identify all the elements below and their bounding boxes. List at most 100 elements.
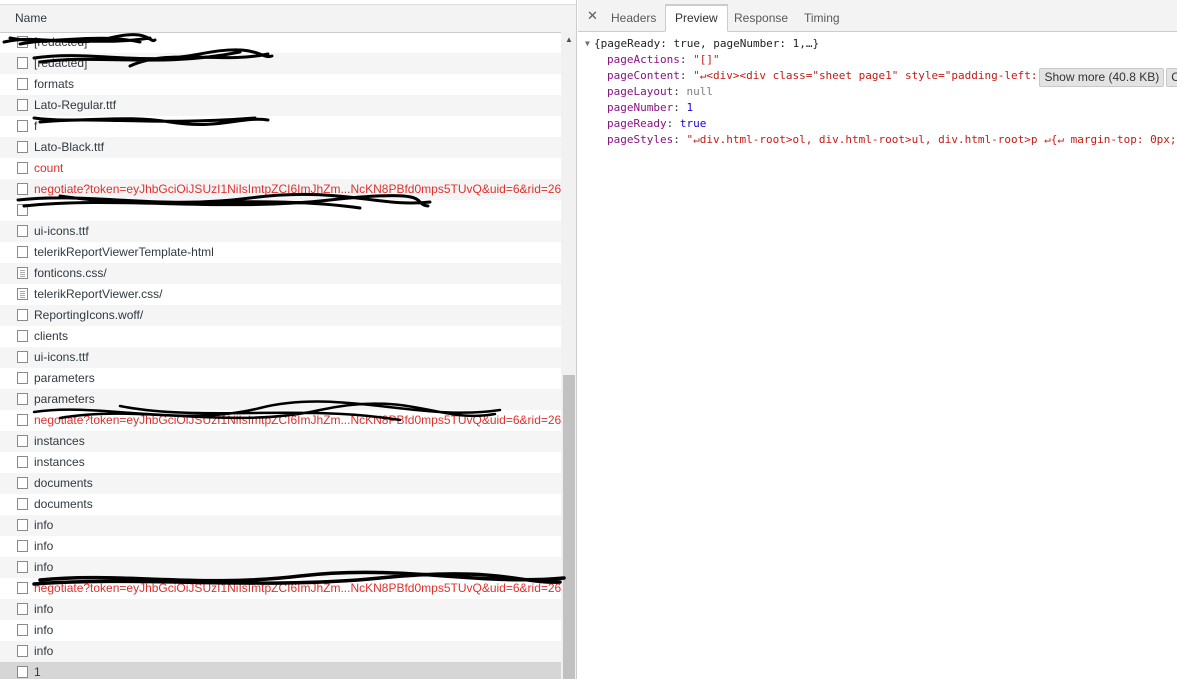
request-name: info — [34, 518, 54, 532]
json-property-line[interactable]: pageNumber: 1 — [578, 100, 1177, 116]
request-name: ReportingIcons.woff/ — [34, 308, 144, 322]
request-name: [redacted] — [34, 56, 88, 70]
file-icon — [17, 246, 28, 258]
request-row[interactable]: telerikReportViewer.css/ — [0, 284, 561, 305]
json-key: pageNumber — [607, 101, 674, 114]
request-name: info — [34, 602, 54, 616]
request-name: count — [34, 161, 64, 175]
file-icon — [17, 561, 28, 573]
json-key: pageReady — [607, 117, 667, 130]
request-row[interactable]: Lato-Regular.ttf — [0, 95, 561, 116]
file-icon — [17, 624, 28, 636]
request-row[interactable]: ui-icons.ttf — [0, 347, 561, 368]
request-row[interactable]: documents — [0, 494, 561, 515]
request-row[interactable]: f — [0, 116, 561, 137]
json-property: pageReady: true — [607, 116, 706, 132]
file-icon — [17, 78, 28, 90]
json-property: pageStyles: "↵div.html-root>ol, div.html… — [607, 132, 1177, 148]
json-preview: ▼ {pageReady: true, pageNumber: 1,…} pag… — [578, 36, 1177, 148]
request-row[interactable]: info — [0, 620, 561, 641]
file-icon — [17, 183, 28, 195]
scroll-up-arrow-icon[interactable]: ▲ — [561, 34, 576, 46]
request-row[interactable]: documents — [0, 473, 561, 494]
expand-triangle-icon[interactable]: ▼ — [585, 36, 590, 52]
request-name: telerikReportViewerTemplate-html — [34, 245, 214, 259]
request-list-scrollbar[interactable]: ▲ — [561, 32, 576, 679]
file-icon — [17, 456, 28, 468]
request-name: info — [34, 644, 54, 658]
request-name: ui-icons.ttf — [34, 224, 89, 238]
request-name: negotiate?token=eyJhbGciOiJSUzI1NiIsImtp… — [34, 413, 561, 427]
request-name: f — [34, 119, 38, 133]
request-row[interactable]: Lato-Black.ttf — [0, 137, 561, 158]
request-name: parameters — [34, 392, 95, 406]
request-row[interactable]: telerikReportViewerTemplate-html — [0, 242, 561, 263]
json-property: pageLayout: null — [607, 84, 713, 100]
json-property-line[interactable]: pageStyles: "↵div.html-root>ol, div.html… — [578, 132, 1177, 148]
request-row[interactable]: info — [0, 536, 561, 557]
file-icon — [17, 162, 28, 174]
request-row[interactable]: 1 — [0, 662, 561, 679]
request-row[interactable]: info — [0, 641, 561, 662]
json-colon: : — [673, 101, 687, 114]
request-row[interactable]: info — [0, 557, 561, 578]
request-row[interactable]: negotiate?token=eyJhbGciOiJSUzI1NiIsImtp… — [0, 179, 561, 200]
request-name: info — [34, 560, 54, 574]
json-root-line[interactable]: ▼ {pageReady: true, pageNumber: 1,…} — [578, 36, 1177, 52]
scrollbar-thumb[interactable] — [563, 375, 575, 679]
request-row[interactable]: negotiate?token=eyJhbGciOiJSUzI1NiIsImtp… — [0, 410, 561, 431]
json-property: pageActions: "[]" — [607, 52, 720, 68]
request-row[interactable]: info — [0, 515, 561, 536]
json-property-line[interactable]: pageActions: "[]" — [578, 52, 1177, 68]
tab-response[interactable]: Response — [725, 4, 797, 31]
request-name: instances — [34, 455, 85, 469]
request-row[interactable]: ui-icons.ttf — [0, 221, 561, 242]
request-row[interactable]: count — [0, 158, 561, 179]
file-icon — [17, 519, 28, 531]
tab-preview[interactable]: Preview — [665, 4, 728, 32]
request-name: clients — [34, 329, 69, 343]
request-row[interactable]: info — [0, 599, 561, 620]
tab-timing[interactable]: Timing — [795, 4, 849, 31]
file-icon — [17, 141, 28, 153]
request-row[interactable]: parameters — [0, 389, 561, 410]
json-property-line[interactable]: pageReady: true — [578, 116, 1177, 132]
file-icon — [17, 435, 28, 447]
request-row[interactable]: [redacted] — [0, 32, 561, 53]
request-name: ui-icons.ttf — [34, 350, 89, 364]
request-row[interactable]: instances — [0, 431, 561, 452]
network-request-list-panel: Name [redacted] [redacted] formats Lato-Reg… — [0, 0, 577, 679]
request-row[interactable]: parameters — [0, 368, 561, 389]
tab-headers[interactable]: Headers — [602, 4, 665, 31]
detail-tab-bar: ✕ Headers Preview Response Timing — [578, 0, 1177, 32]
file-icon — [17, 351, 28, 363]
json-value: "[]" — [693, 53, 720, 66]
file-icon — [17, 120, 28, 132]
file-icon — [17, 603, 28, 615]
request-name: telerikReportViewer.css/ — [34, 287, 163, 301]
request-name: formats — [34, 77, 75, 91]
request-row[interactable]: ReportingIcons.woff/ — [0, 305, 561, 326]
file-icon — [17, 414, 28, 426]
stylesheet-file-icon — [17, 267, 28, 279]
request-name: [redacted] — [34, 35, 88, 49]
request-rows: [redacted] [redacted] formats Lato-Regular.… — [0, 32, 561, 679]
request-row[interactable]: negotiate?token=eyJhbGciOiJSUzI1NiIsImtp… — [0, 578, 561, 599]
request-name: Lato-Black.ttf — [34, 140, 105, 154]
close-icon[interactable]: ✕ — [587, 0, 598, 32]
json-property-line[interactable]: pageLayout: null — [578, 84, 1177, 100]
name-column-header[interactable]: Name — [0, 5, 576, 33]
json-property-line[interactable]: pageContent: "↵<div><div class="sheet pa… — [578, 68, 1177, 87]
file-icon — [17, 309, 28, 321]
request-row[interactable]: formats — [0, 74, 561, 95]
request-row[interactable]: fonticons.css/ — [0, 263, 561, 284]
request-row[interactable]: clients — [0, 326, 561, 347]
request-row[interactable]: [redacted] — [0, 53, 561, 74]
json-colon: : — [679, 69, 694, 82]
file-icon — [17, 57, 28, 69]
file-icon — [17, 477, 28, 489]
request-row[interactable] — [0, 200, 561, 221]
request-row[interactable]: instances — [0, 452, 561, 473]
file-icon — [17, 540, 28, 552]
request-name: info — [34, 539, 54, 553]
